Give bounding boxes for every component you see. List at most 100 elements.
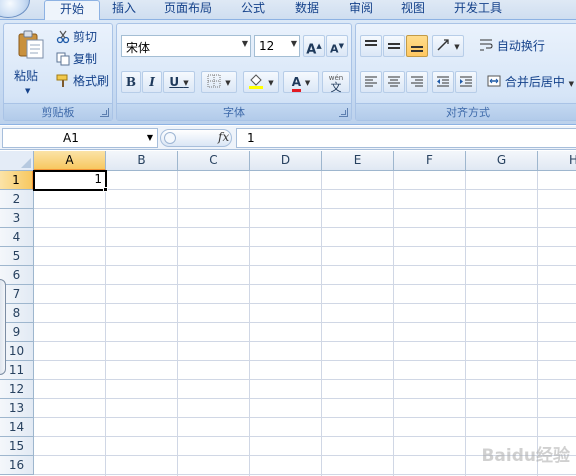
paint-bucket-icon [249,74,264,89]
fill-handle[interactable] [103,187,108,192]
tab-data[interactable]: 数据 [284,0,330,20]
row-header-4[interactable]: 4 [0,228,34,247]
align-middle-button[interactable] [383,35,405,57]
align-left-button[interactable] [360,71,382,93]
format-painter-icon [56,74,68,87]
column-header-c[interactable]: C [178,151,250,171]
paste-icon[interactable] [16,30,46,60]
chevron-down-icon[interactable]: ▼ [454,43,459,51]
ribbon: 粘贴 ▼ 剪切 复制 格式刷 剪贴板 宋体 ▼ 12 ▼ A▲ A▼ B I U… [0,20,576,125]
font-size-combo[interactable]: 12 ▼ [254,35,300,57]
clipboard-dialog-launcher-icon[interactable] [100,108,109,117]
tab-view[interactable]: 视图 [390,0,436,20]
orientation-button[interactable]: ▼ [432,35,464,57]
bold-button[interactable]: B [121,71,141,93]
font-color-button[interactable]: A ▼ [283,71,319,93]
chevron-down-icon[interactable]: ▼ [569,80,574,88]
active-cell-a1[interactable]: 1 [33,170,107,191]
column-header-g[interactable]: G [466,151,538,171]
align-center-icon [388,76,400,87]
select-all-button[interactable] [0,151,34,171]
chevron-down-icon[interactable]: ▼ [242,39,248,48]
italic-button[interactable]: I [142,71,162,93]
column-header-e[interactable]: E [322,151,394,171]
paste-dropdown-icon[interactable]: ▼ [25,87,30,95]
column-header-d[interactable]: D [250,151,322,171]
copy-button[interactable]: 复制 [56,50,97,68]
align-bottom-button[interactable] [406,35,428,57]
insert-function-button[interactable]: fx [218,130,229,144]
chevron-down-icon[interactable]: ▼ [305,79,310,87]
underline-glyph: U [169,75,180,89]
side-panel-tab[interactable] [0,279,6,375]
name-box-value: A1 [63,131,79,145]
tab-review[interactable]: 审阅 [338,0,384,20]
watermark: Baidu经验 [481,446,570,466]
formula-input[interactable]: 1 [236,128,576,148]
column-header-b[interactable]: B [106,151,178,171]
row-header-16[interactable]: 16 [0,456,34,475]
fill-color-button[interactable]: ▼ [243,71,279,93]
merge-center-button[interactable]: 合并后居中 ▼ [487,71,574,93]
decrease-indent-button[interactable] [432,71,454,93]
alignment-group-label: 对齐方式 [356,103,576,120]
chevron-down-icon[interactable]: ▼ [268,79,273,87]
cell-area[interactable] [34,171,576,476]
row-header-3[interactable]: 3 [0,209,34,228]
align-top-button[interactable] [360,35,382,57]
grow-font-button[interactable]: A▲ [303,35,325,57]
font-group-label: 字体 [117,103,351,120]
tab-insert[interactable]: 插入 [102,0,146,20]
wrap-text-button[interactable]: 自动换行 [479,35,545,57]
row-header-2[interactable]: 2 [0,190,34,209]
borders-button[interactable]: ▼ [201,71,237,93]
text-orientation-icon [437,39,450,51]
row-header-14[interactable]: 14 [0,418,34,437]
column-header-h[interactable]: H [538,151,576,171]
phonetic-glyph: 文 [330,81,342,94]
name-box[interactable]: A1 ▼ [2,128,158,148]
row-header-13[interactable]: 13 [0,399,34,418]
borders-icon [207,74,221,88]
row-header-15[interactable]: 15 [0,437,34,456]
chevron-down-icon[interactable]: ▼ [183,79,188,87]
formula-controls: fx [160,129,232,147]
align-top-icon [365,40,377,46]
office-button[interactable] [0,0,30,18]
tab-home[interactable]: 开始 [44,0,100,21]
chevron-down-icon[interactable]: ▼ [291,39,297,48]
shrink-font-button[interactable]: A▼ [326,35,348,57]
row-header-1[interactable]: 1 [0,171,34,190]
copy-icon [56,52,70,66]
tab-page-layout[interactable]: 页面布局 [152,0,224,20]
font-color-glyph: A [291,76,302,92]
row-header-5[interactable]: 5 [0,247,34,266]
underline-button[interactable]: U ▼ [163,71,195,93]
font-dialog-launcher-icon[interactable] [339,108,348,117]
worksheet-grid: ABCDEFGH 1 2 3 4 5 6 7 8 9 10 11 12 13 14 15 16 1 [0,151,576,476]
chevron-down-icon[interactable]: ▼ [225,79,230,87]
align-right-button[interactable] [406,71,428,93]
format-painter-button[interactable]: 格式刷 [56,72,109,90]
chevron-down-icon[interactable]: ▼ [147,133,153,142]
expand-handle-icon[interactable] [164,132,176,144]
align-left-icon [365,76,377,87]
grow-font-glyph: A [306,42,317,58]
column-header-f[interactable]: F [394,151,466,171]
tab-formulas[interactable]: 公式 [230,0,276,20]
active-cell-value: 1 [94,172,102,186]
font-name-combo[interactable]: 宋体 ▼ [121,35,251,57]
wrap-text-label: 自动换行 [496,39,545,53]
paste-button[interactable]: 粘贴 [14,67,38,84]
row-header-12[interactable]: 12 [0,380,34,399]
cut-button[interactable]: 剪切 [56,28,97,46]
alignment-group: ▼ 自动换行 合并后居中 ▼ 对齐方式 [355,23,576,121]
increase-indent-icon [460,76,472,87]
phonetic-guide-button[interactable]: wén 文 [322,71,350,93]
increase-indent-button[interactable] [455,71,477,93]
align-center-button[interactable] [383,71,405,93]
tab-developer[interactable]: 开发工具 [446,0,510,20]
column-header-a[interactable]: A [34,151,106,171]
decrease-indent-icon [437,76,449,87]
font-group: 宋体 ▼ 12 ▼ A▲ A▼ B I U ▼ ▼ ▼ A ▼ wén 文 字体 [116,23,352,121]
